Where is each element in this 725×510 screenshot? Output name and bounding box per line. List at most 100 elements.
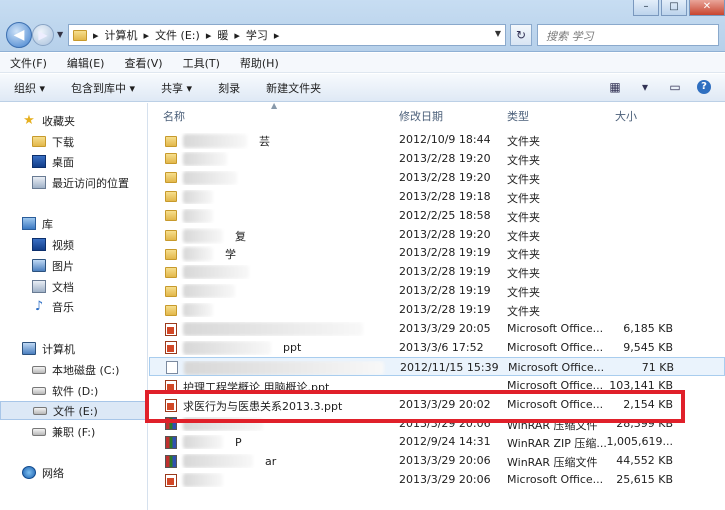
file-size: 2,154 KB (623, 397, 673, 411)
nav-downloads[interactable]: 下载 (0, 132, 147, 151)
redacted-name (183, 247, 213, 262)
file-name: 求医行为与医患关系2013.3.ppt (183, 399, 343, 413)
file-row[interactable]: P 2012/9/24 14:31 WinRAR ZIP 压缩... 1,005,61… (149, 432, 725, 451)
file-row[interactable]: 2013/2/28 19:20 文件夹 (149, 168, 725, 187)
zip-file-icon (165, 454, 177, 468)
nav-documents[interactable]: 文档 (0, 277, 147, 296)
file-name-cell: 复 (165, 228, 395, 244)
file-name-cell (165, 265, 395, 280)
music-note-icon: ♪ (34, 299, 44, 314)
file-size: 28,399 KB (616, 416, 673, 430)
recent-pages-dropdown[interactable]: ▼ (57, 30, 63, 39)
recent-places-icon (32, 176, 46, 189)
file-row[interactable]: 求医行为与医患关系2013.3.ppt 2013/3/29 20:02 Micros… (149, 395, 725, 414)
file-size: 44,552 KB (616, 454, 673, 468)
nav-network[interactable]: 网络 (0, 463, 147, 482)
file-list: 名称 ▲ 修改日期 类型 大小 芸 2012/10/9 18:44 文件夹 2013/2… (149, 101, 725, 510)
file-row[interactable]: 护理工程学概论 用脑概论.ppt Microsoft Office... 103,1… (149, 376, 725, 395)
file-date: 2012/9/24 14:31 (399, 435, 491, 449)
file-row[interactable]: ppt 2013/3/6 17:52 Microsoft Office... 9,54… (149, 338, 725, 357)
redacted-name (183, 284, 235, 299)
share-button[interactable]: 共享 ▾ (161, 80, 192, 96)
column-header-name[interactable]: 名称 ▲ (149, 101, 397, 125)
nav-pictures[interactable]: 图片 (0, 256, 147, 275)
help-icon[interactable]: ? (697, 80, 711, 94)
back-button[interactable]: ◀ (6, 22, 32, 48)
refresh-button[interactable]: ↻ (510, 24, 532, 46)
file-type: 文件夹 (507, 248, 540, 262)
drive-icon (32, 427, 46, 436)
maximize-button[interactable]: □ (661, 0, 687, 16)
menu-help[interactable]: 帮助(H) (240, 55, 279, 71)
address-bar[interactable]: ▸ 计算机 ▸ 文件 (E:) ▸ 暖 ▸ 学习 ▸ ▼ (68, 24, 506, 46)
minimize-button[interactable]: – (633, 0, 659, 16)
breadcrumb-drive-e[interactable]: 文件 (E:) (155, 27, 200, 43)
breadcrumb-study[interactable]: 学习 (246, 27, 268, 43)
menu-file[interactable]: 文件(F) (10, 55, 47, 71)
file-row[interactable]: 2013/2/28 19:19 文件夹 (149, 281, 725, 300)
address-dropdown-icon[interactable]: ▼ (495, 29, 501, 38)
nav-music[interactable]: ♪ 音乐 (0, 297, 147, 316)
file-row[interactable]: 2012/11/15 15:39 Microsoft Office... 71 KB (149, 356, 725, 376)
file-row[interactable]: 学 2013/2/28 19:19 文件夹 (149, 243, 725, 262)
nav-desktop[interactable]: 桌面 (0, 152, 147, 171)
breadcrumb-computer[interactable]: 计算机 (105, 27, 138, 43)
breadcrumb-sep: ▸ (143, 28, 150, 42)
ppt-file-icon (165, 341, 177, 355)
star-icon: ★ (23, 113, 35, 128)
file-row[interactable]: 2013/2/28 19:19 文件夹 (149, 300, 725, 319)
view-dropdown-icon[interactable]: ▾ (637, 80, 653, 94)
column-header-type[interactable]: 类型 (493, 103, 601, 125)
file-row[interactable]: 2013/3/29 20:06 WinRAR 压缩文件 28,399 KB (149, 414, 725, 433)
file-type: 文件夹 (507, 267, 540, 281)
file-row[interactable]: 2013/3/29 20:05 Microsoft Office... 6,185 … (149, 319, 725, 338)
nav-drive-c[interactable]: 本地磁盘 (C:) (0, 360, 147, 379)
nav-computer[interactable]: 计算机 (0, 339, 147, 358)
file-type: 文件夹 (507, 191, 540, 205)
redacted-name (183, 189, 213, 204)
column-header-size[interactable]: 大小 (601, 103, 691, 125)
nav-videos[interactable]: 视频 (0, 235, 147, 254)
search-input[interactable]: 搜索 学习 (537, 24, 719, 46)
file-row[interactable]: ar 2013/3/29 20:06 WinRAR 压缩文件 44,552 KB (149, 451, 725, 470)
file-name-cell: 护理工程学概论 用脑概论.ppt (165, 379, 395, 395)
folder-file-icon (165, 304, 177, 316)
file-row[interactable]: 2012/2/25 18:58 文件夹 (149, 206, 725, 225)
nav-drive-e[interactable]: 文件 (E:) (0, 401, 147, 420)
file-type: Microsoft Office... (507, 473, 604, 487)
new-folder-button[interactable]: 新建文件夹 (266, 80, 321, 96)
file-row[interactable]: 复 2013/2/28 19:20 文件夹 (149, 225, 725, 244)
file-name-cell (165, 284, 395, 299)
redacted-name (183, 473, 223, 488)
include-in-library-button[interactable]: 包含到库中 ▾ (71, 80, 135, 96)
redacted-name (183, 134, 247, 148)
nav-drive-d[interactable]: 软件 (D:) (0, 381, 147, 400)
column-header-date[interactable]: 修改日期 (385, 103, 493, 125)
command-bar: 组织 ▾ 包含到库中 ▾ 共享 ▾ 刻录 新建文件夹 ▦ ▾ ▭ ? (0, 74, 725, 102)
nav-favorites[interactable]: ★ 收藏夹 (0, 111, 147, 130)
ppt-file-icon (165, 322, 177, 336)
ppt-file-icon (165, 399, 177, 413)
menu-edit[interactable]: 编辑(E) (67, 55, 105, 71)
preview-pane-icon[interactable]: ▭ (667, 80, 683, 94)
forward-button[interactable]: ▶ (32, 24, 54, 46)
organize-button[interactable]: 组织 ▾ (14, 80, 45, 96)
file-row[interactable]: 2013/2/28 19:20 文件夹 (149, 149, 725, 168)
nav-drive-f[interactable]: 兼职 (F:) (0, 422, 147, 441)
nav-recent-places[interactable]: 最近访问的位置 (0, 173, 147, 192)
close-button[interactable]: ✕ (689, 0, 725, 16)
burn-button[interactable]: 刻录 (218, 80, 240, 96)
file-row[interactable]: 2013/2/28 19:19 文件夹 (149, 262, 725, 281)
breadcrumb-nuan[interactable]: 暖 (217, 27, 228, 43)
nav-libraries[interactable]: 库 (0, 214, 147, 233)
menu-view[interactable]: 查看(V) (124, 55, 162, 71)
file-name-cell (165, 170, 395, 185)
downloads-folder-icon (32, 136, 46, 147)
view-options-icon[interactable]: ▦ (607, 80, 623, 94)
file-row[interactable]: 2013/2/28 19:18 文件夹 (149, 187, 725, 206)
file-row[interactable]: 芸 2012/10/9 18:44 文件夹 (149, 130, 725, 149)
file-date: 2013/3/29 20:02 (399, 397, 491, 411)
folder-file-icon (165, 191, 177, 203)
file-row[interactable]: 2013/3/29 20:06 Microsoft Office... 25,615… (149, 470, 725, 489)
menu-tools[interactable]: 工具(T) (183, 55, 220, 71)
